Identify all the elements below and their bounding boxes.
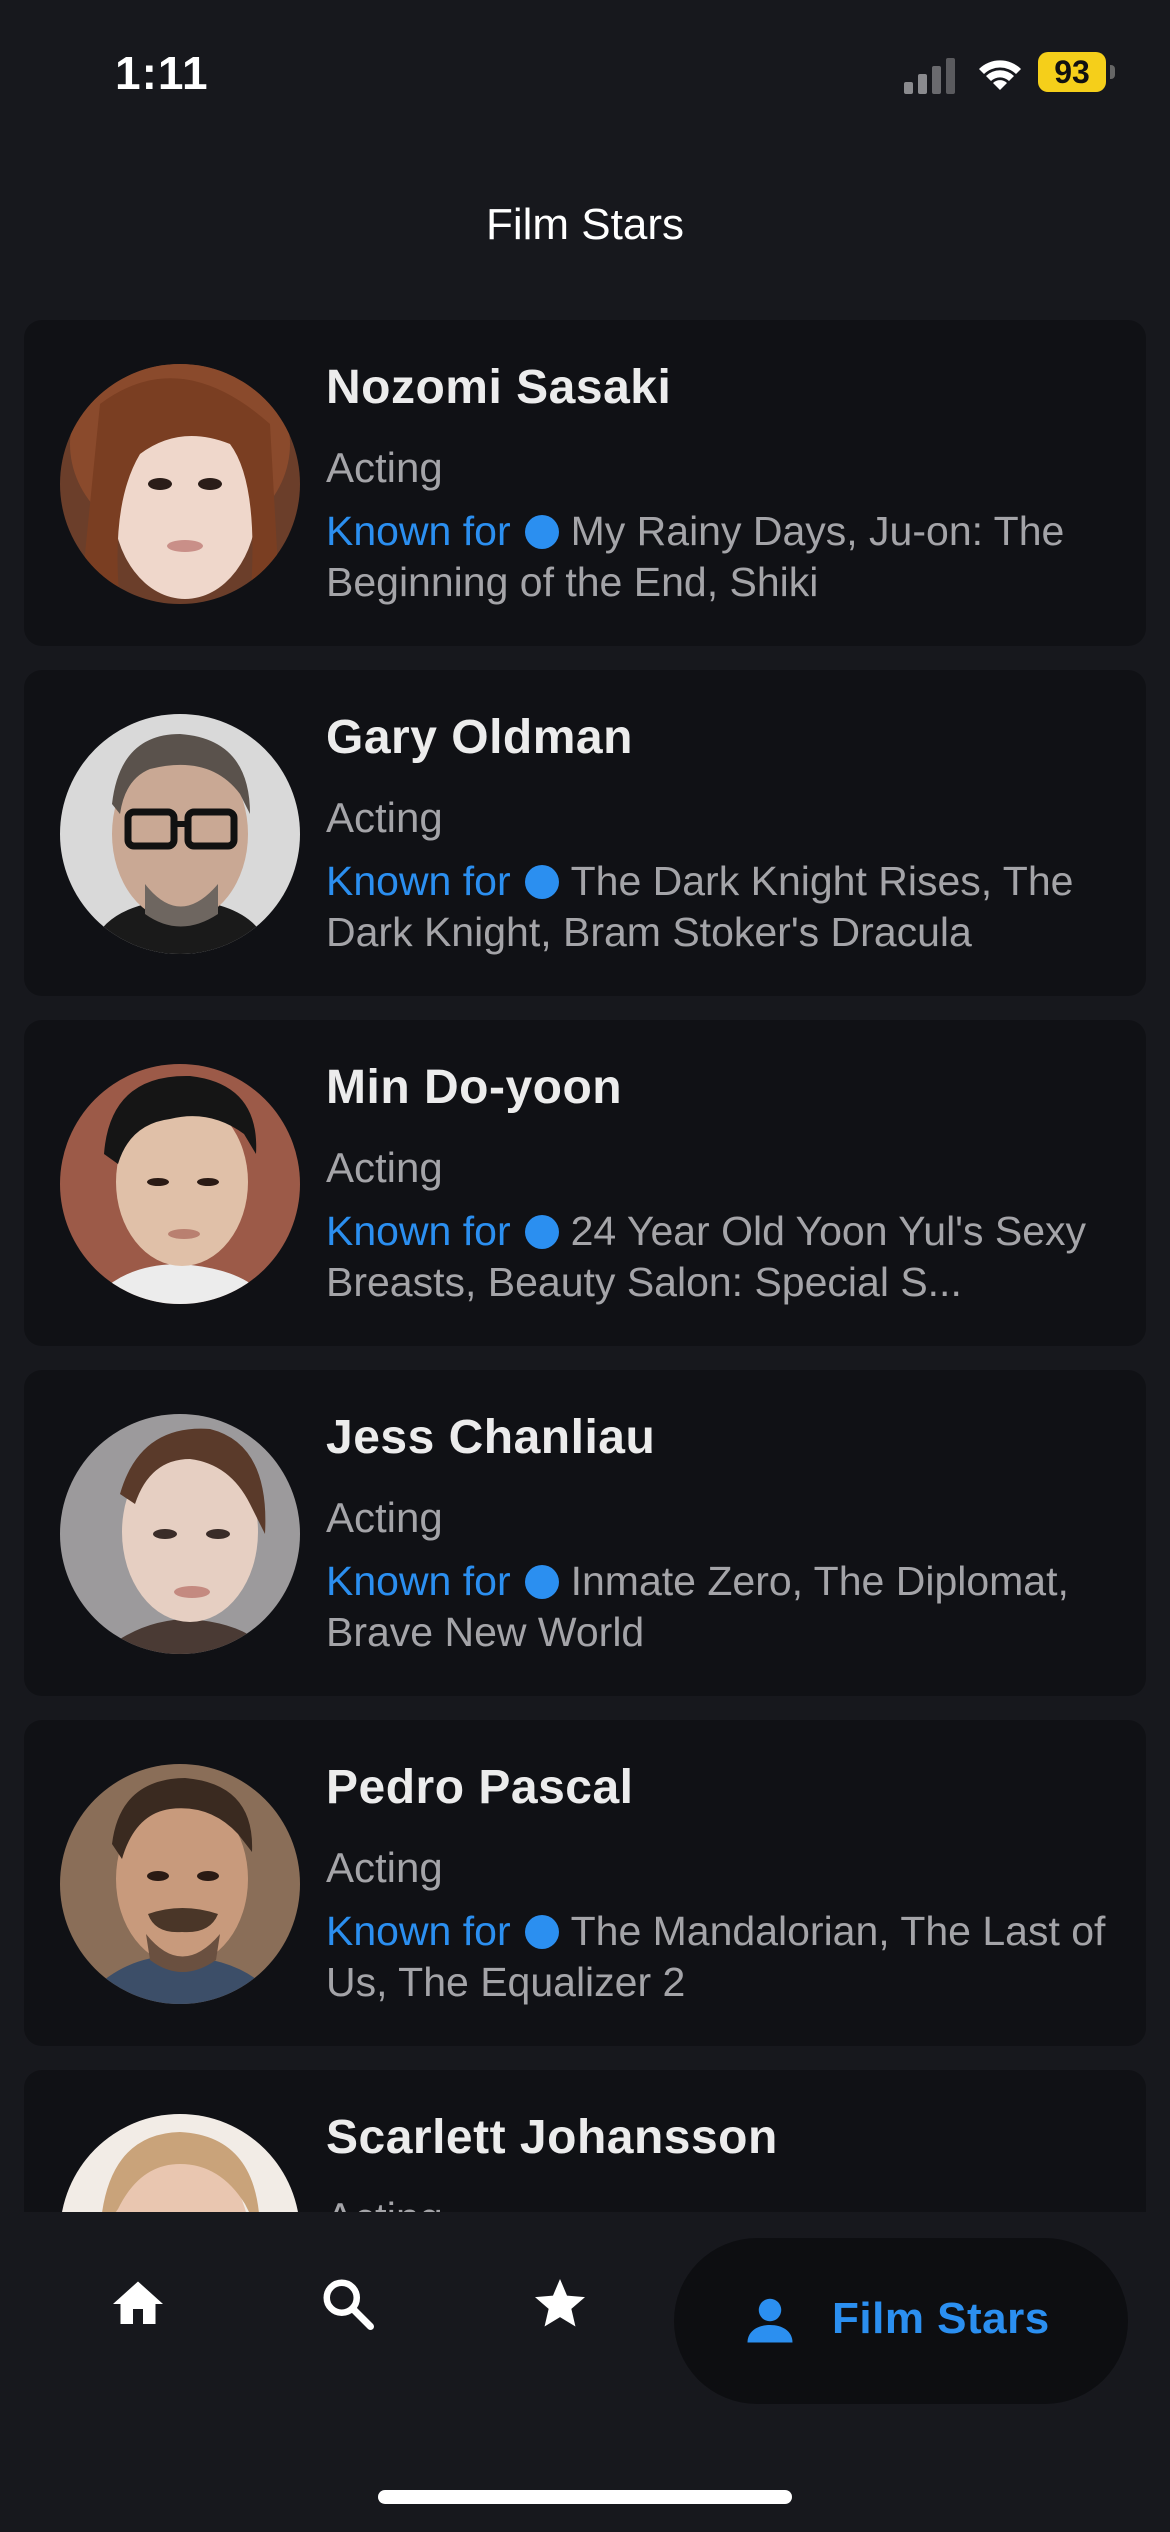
battery-tip [1110, 65, 1115, 79]
known-for-text: Known for The Dark Knight Rises, The Dark… [326, 856, 1136, 958]
person-department: Acting [326, 794, 443, 841]
nav-favorites-button[interactable] [500, 2238, 620, 2368]
person-card[interactable]: Pedro Pascal Acting Known for The Mandalo… [24, 1720, 1146, 2046]
star-icon [535, 2279, 585, 2327]
home-icon [113, 2281, 163, 2324]
status-bar: 1:11 93 [0, 0, 1170, 150]
person-card[interactable]: Nozomi Sasaki Acting Known for My Rainy D… [24, 320, 1146, 646]
known-for-label: Known for [326, 858, 511, 904]
nav-home-button[interactable] [78, 2238, 198, 2368]
home-indicator [378, 2490, 792, 2504]
page-title: Film Stars [486, 200, 684, 249]
dot-icon [524, 1915, 559, 1949]
known-for-text: Known for My Rainy Days, Ju-on: The Begin… [326, 506, 1136, 608]
dot-icon [524, 1215, 559, 1249]
dot-icon [524, 865, 559, 899]
battery-icon: 93 [1038, 52, 1118, 94]
avatar [60, 1414, 300, 1654]
person-name: Scarlett Johansson [326, 2111, 778, 2164]
dot-icon [524, 515, 559, 549]
nav-film-stars-button[interactable]: Film Stars [674, 2238, 1128, 2404]
person-department: Acting [326, 1494, 443, 1541]
person-card[interactable]: Gary Oldman Acting Known for The Dark Kni… [24, 670, 1146, 996]
person-icon [747, 2298, 793, 2343]
film-stars-list[interactable]: Nozomi Sasaki Acting Known for My Rainy D… [24, 320, 1146, 2212]
avatar [60, 1064, 300, 1304]
wifi-icon [979, 60, 1021, 90]
nav-search-button[interactable] [288, 2238, 408, 2368]
known-for-text: Known for 24 Year Old Yoon Yul's Sexy Bre… [326, 1206, 1136, 1308]
status-time: 1:11 [115, 47, 209, 99]
person-name: Min Do-yoon [326, 1061, 623, 1114]
person-name: Pedro Pascal [326, 1761, 634, 1814]
person-department: Acting [326, 2194, 443, 2212]
avatar [60, 714, 300, 954]
person-card[interactable]: Min Do-yoon Acting Known for 24 Year Old … [24, 1020, 1146, 1346]
nav-film-stars-label: Film Stars [832, 2294, 1050, 2343]
person-name: Gary Oldman [326, 711, 633, 764]
avatar [60, 2114, 300, 2212]
bottom-navigation: Film Stars [0, 2212, 1170, 2532]
person-name: Nozomi Sasaki [326, 361, 672, 414]
avatar [60, 1764, 300, 2004]
person-department: Acting [326, 1144, 443, 1191]
cellular-signal-icon [904, 58, 955, 94]
person-card[interactable]: Jess Chanliau Acting Known for Inmate Zer… [24, 1370, 1146, 1696]
dot-icon [524, 1565, 559, 1599]
person-card[interactable]: Scarlett Johansson Acting [24, 2070, 1146, 2212]
search-icon [323, 2279, 374, 2330]
known-for-label: Known for [326, 1208, 511, 1254]
known-for-label: Known for [326, 1908, 511, 1954]
known-for-label: Known for [326, 508, 511, 554]
known-for-text: Known for The Mandalorian, The Last of Us… [326, 1906, 1136, 2008]
known-for-text: Known for Inmate Zero, The Diplomat, Brav… [326, 1556, 1136, 1658]
battery-level: 93 [1038, 52, 1106, 92]
person-name: Jess Chanliau [326, 1411, 656, 1464]
known-for-label: Known for [326, 1558, 511, 1604]
person-department: Acting [326, 1844, 443, 1891]
person-department: Acting [326, 444, 443, 491]
avatar [60, 364, 300, 604]
